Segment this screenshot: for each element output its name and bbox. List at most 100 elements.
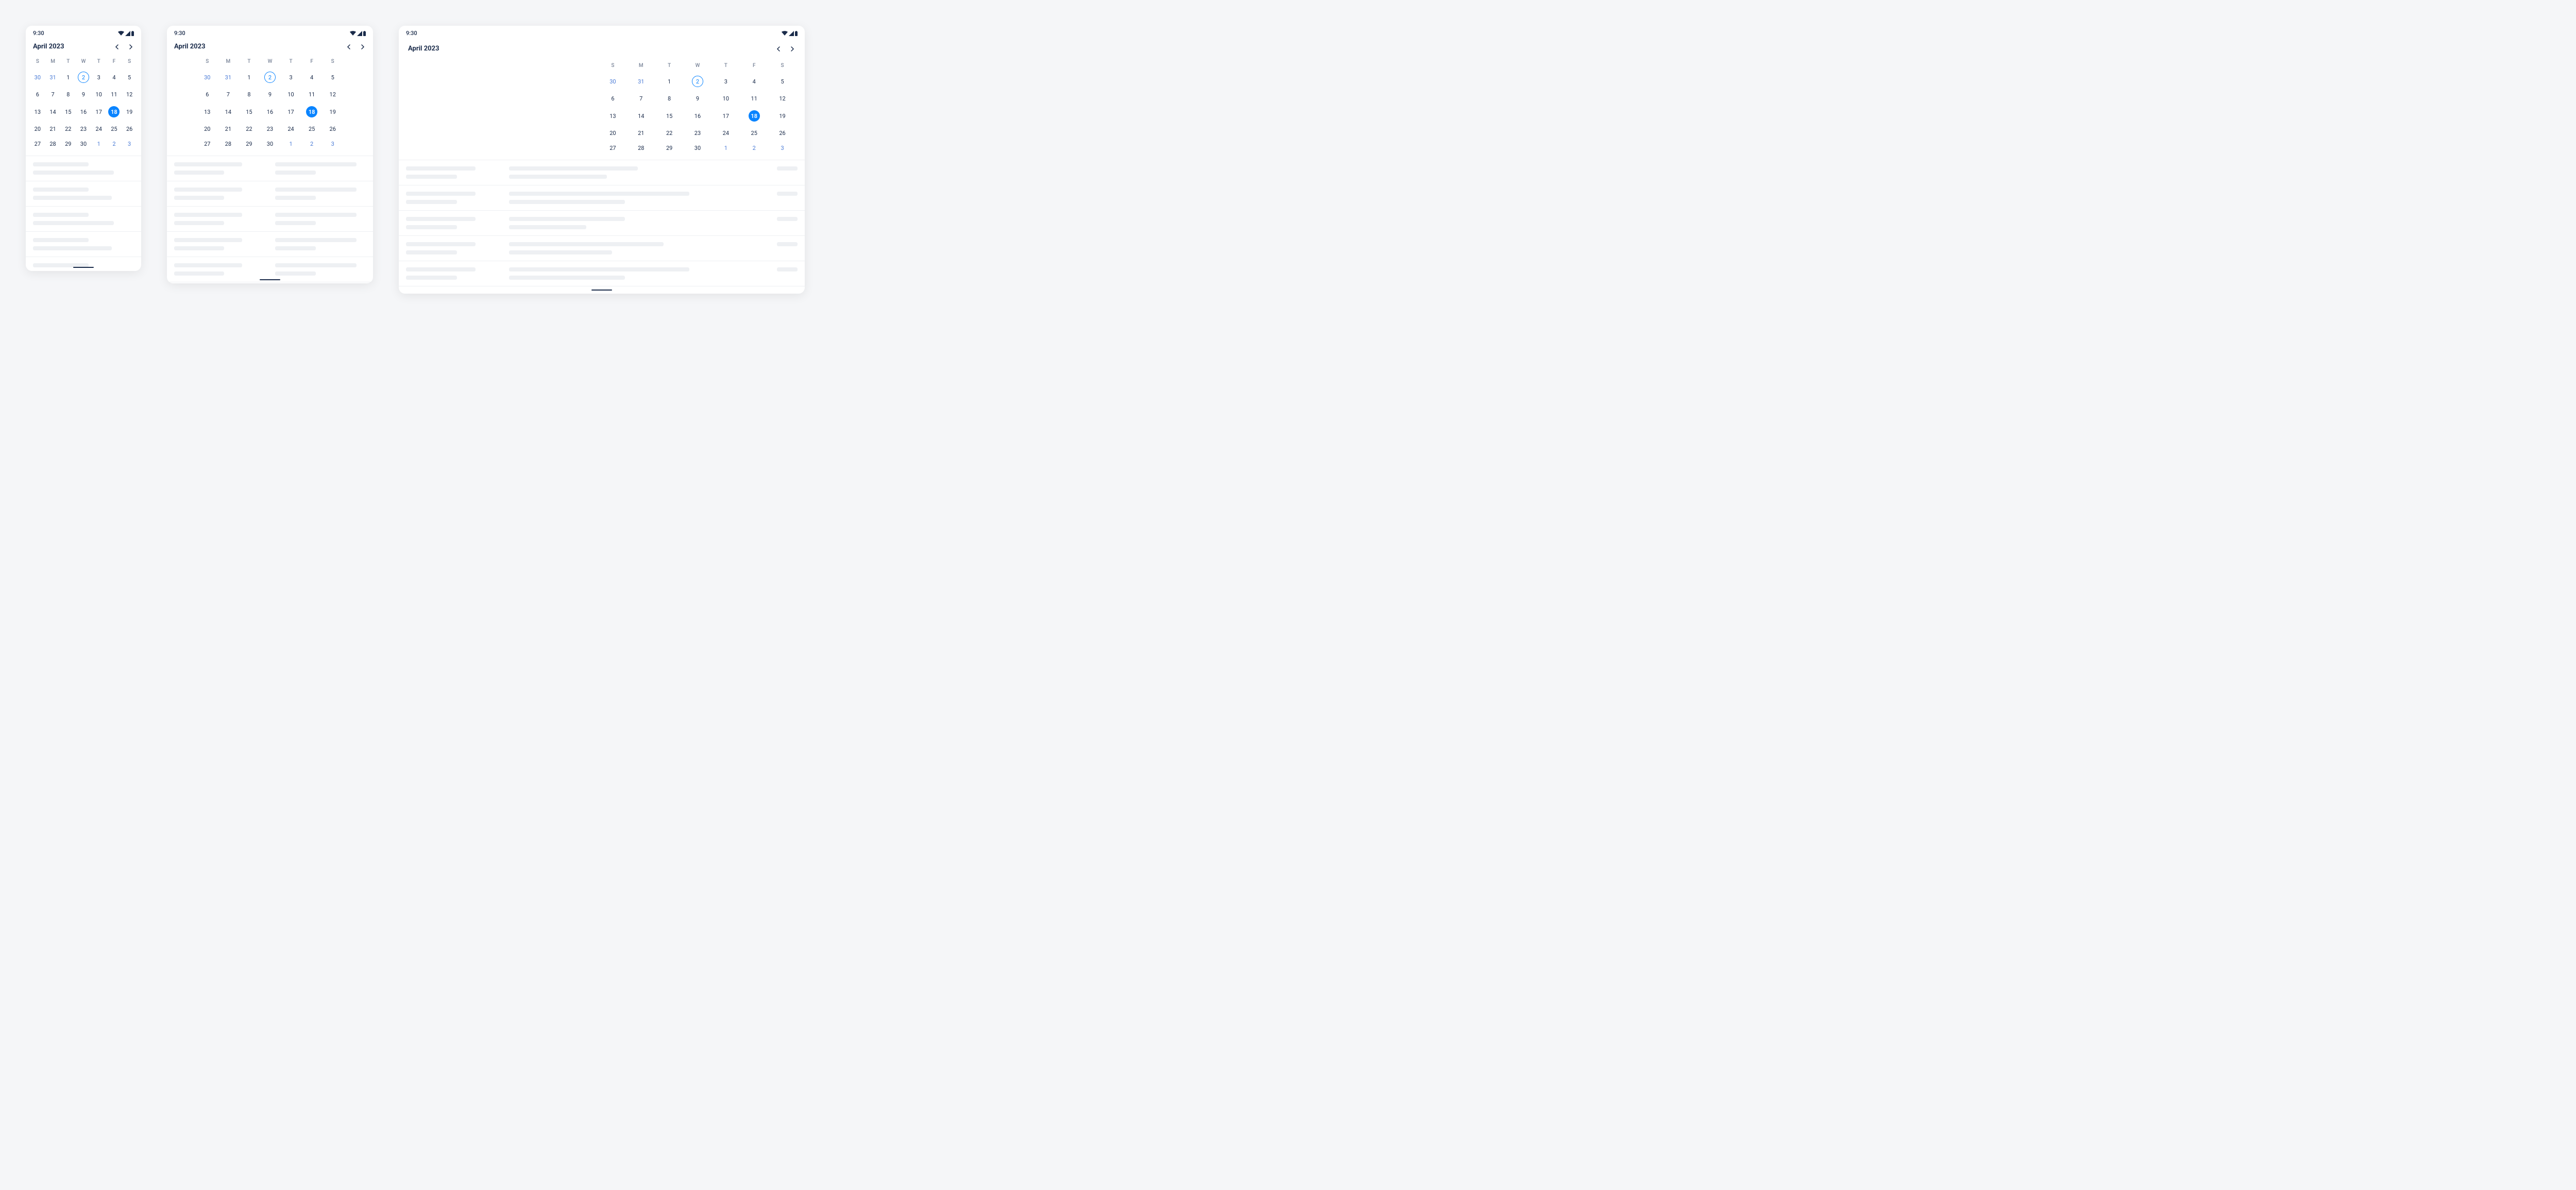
calendar-day[interactable]: 8 (60, 87, 76, 102)
calendar-day[interactable]: 24 (91, 122, 107, 137)
prev-month-button[interactable] (775, 46, 781, 52)
calendar-day[interactable]: 5 (768, 72, 796, 91)
calendar-day[interactable]: 5 (322, 67, 343, 87)
list-item[interactable] (26, 207, 141, 232)
calendar-day[interactable]: 18 (107, 102, 122, 122)
calendar-day[interactable]: 14 (45, 102, 61, 122)
calendar-day[interactable]: 19 (768, 106, 796, 126)
calendar-day[interactable]: 23 (684, 126, 712, 141)
calendar-day[interactable]: 26 (322, 122, 343, 137)
calendar-day[interactable]: 30 (30, 67, 45, 87)
calendar-day[interactable]: 26 (768, 126, 796, 141)
calendar-day[interactable]: 30 (260, 137, 281, 151)
calendar-day[interactable]: 9 (76, 87, 91, 102)
calendar-day[interactable]: 15 (655, 106, 684, 126)
calendar-day[interactable]: 6 (197, 87, 218, 102)
calendar-day[interactable]: 27 (197, 137, 218, 151)
calendar-day[interactable]: 15 (60, 102, 76, 122)
calendar-day[interactable]: 12 (322, 87, 343, 102)
calendar-day[interactable]: 25 (740, 126, 768, 141)
calendar-day[interactable]: 4 (740, 72, 768, 91)
list-item[interactable] (167, 207, 373, 232)
calendar-day[interactable]: 30 (599, 72, 627, 91)
calendar-day[interactable]: 26 (122, 122, 137, 137)
calendar-day[interactable]: 6 (599, 91, 627, 106)
calendar-day[interactable]: 17 (711, 106, 740, 126)
calendar-day[interactable]: 28 (627, 141, 655, 156)
list-item[interactable] (167, 156, 373, 181)
calendar-day[interactable]: 7 (45, 87, 61, 102)
next-month-button[interactable] (128, 44, 134, 50)
calendar-day[interactable]: 28 (218, 137, 239, 151)
calendar-day[interactable]: 3 (280, 67, 301, 87)
calendar-day[interactable]: 10 (711, 91, 740, 106)
next-month-button[interactable] (789, 46, 795, 52)
calendar-day[interactable]: 8 (239, 87, 260, 102)
calendar-day[interactable]: 10 (280, 87, 301, 102)
prev-month-button[interactable] (113, 44, 120, 50)
calendar-day[interactable]: 4 (107, 67, 122, 87)
calendar-day[interactable]: 29 (60, 137, 76, 151)
calendar-day[interactable]: 9 (260, 87, 281, 102)
list-item[interactable] (26, 156, 141, 181)
list-item[interactable] (26, 257, 141, 271)
list-item[interactable] (399, 261, 805, 286)
calendar-day[interactable]: 31 (45, 67, 61, 87)
calendar-day[interactable]: 15 (239, 102, 260, 122)
calendar-day[interactable]: 11 (740, 91, 768, 106)
home-indicator[interactable] (260, 279, 280, 280)
calendar-day[interactable]: 7 (218, 87, 239, 102)
calendar-day[interactable]: 24 (280, 122, 301, 137)
calendar-day[interactable]: 3 (711, 72, 740, 91)
calendar-day[interactable]: 20 (197, 122, 218, 137)
calendar-day[interactable]: 12 (768, 91, 796, 106)
home-indicator[interactable] (591, 290, 612, 291)
calendar-day[interactable]: 22 (655, 126, 684, 141)
calendar-day[interactable]: 18 (740, 106, 768, 126)
list-item[interactable] (167, 181, 373, 207)
calendar-day[interactable]: 2 (107, 137, 122, 151)
calendar-day[interactable]: 1 (60, 67, 76, 87)
list-item[interactable] (26, 181, 141, 207)
list-item[interactable] (399, 185, 805, 211)
calendar-day[interactable]: 2 (76, 67, 91, 87)
calendar-day[interactable]: 1 (280, 137, 301, 151)
home-indicator[interactable] (73, 267, 94, 268)
calendar-day[interactable]: 21 (627, 126, 655, 141)
calendar-day[interactable]: 6 (30, 87, 45, 102)
calendar-day[interactable]: 14 (627, 106, 655, 126)
calendar-day[interactable]: 21 (218, 122, 239, 137)
calendar-day[interactable]: 30 (197, 67, 218, 87)
calendar-day[interactable]: 13 (599, 106, 627, 126)
calendar-day[interactable]: 3 (91, 67, 107, 87)
calendar-day[interactable]: 23 (260, 122, 281, 137)
calendar-day[interactable]: 29 (239, 137, 260, 151)
calendar-day[interactable]: 27 (30, 137, 45, 151)
calendar-day[interactable]: 31 (218, 67, 239, 87)
calendar-day[interactable]: 8 (655, 91, 684, 106)
calendar-day[interactable]: 11 (107, 87, 122, 102)
calendar-day[interactable]: 1 (239, 67, 260, 87)
calendar-day[interactable]: 20 (599, 126, 627, 141)
list-item[interactable] (399, 160, 805, 185)
calendar-day[interactable]: 23 (76, 122, 91, 137)
list-item[interactable] (399, 211, 805, 236)
calendar-day[interactable]: 24 (711, 126, 740, 141)
calendar-day[interactable]: 29 (655, 141, 684, 156)
list-item[interactable] (26, 232, 141, 257)
prev-month-button[interactable] (345, 44, 351, 50)
calendar-day[interactable]: 2 (260, 67, 281, 87)
calendar-day[interactable]: 1 (91, 137, 107, 151)
calendar-day[interactable]: 10 (91, 87, 107, 102)
calendar-day[interactable]: 4 (301, 67, 323, 87)
calendar-day[interactable]: 19 (322, 102, 343, 122)
calendar-day[interactable]: 7 (627, 91, 655, 106)
calendar-day[interactable]: 22 (239, 122, 260, 137)
calendar-day[interactable]: 13 (197, 102, 218, 122)
calendar-day[interactable]: 12 (122, 87, 137, 102)
calendar-day[interactable]: 25 (107, 122, 122, 137)
calendar-day[interactable]: 20 (30, 122, 45, 137)
calendar-day[interactable]: 21 (45, 122, 61, 137)
calendar-day[interactable]: 31 (627, 72, 655, 91)
calendar-day[interactable]: 16 (684, 106, 712, 126)
